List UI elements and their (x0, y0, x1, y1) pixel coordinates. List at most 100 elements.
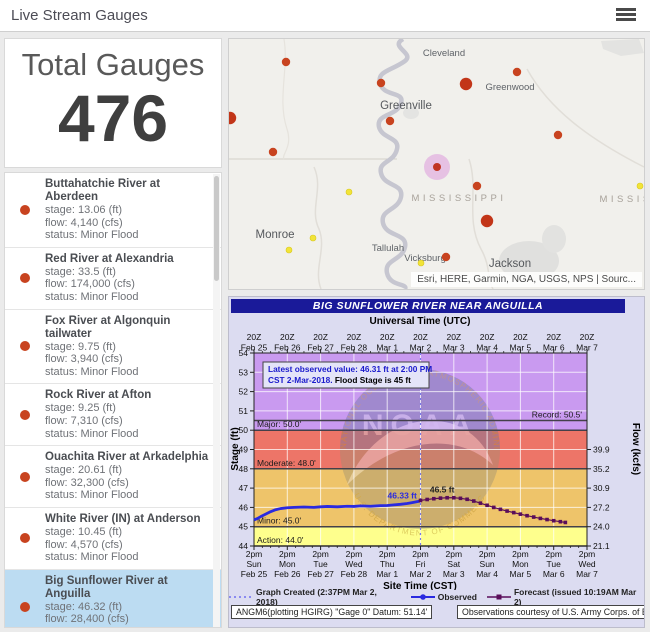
forecast-point (505, 509, 509, 513)
gauge-list-items: Buttahatchie River at Aberdeenstage: 13.… (5, 173, 221, 628)
svg-text:Sun: Sun (246, 559, 261, 569)
gauge-info: Buttahatchie River at Aberdeenstage: 13.… (45, 178, 211, 242)
gauge-status: status: Minor Flood (45, 428, 211, 441)
forecast-point (545, 518, 549, 522)
svg-text:Mar 3: Mar 3 (443, 343, 465, 353)
svg-text:47: 47 (239, 483, 249, 493)
gauge-marker-minor[interactable] (377, 79, 385, 87)
svg-text:2pm: 2pm (312, 549, 329, 559)
gauge-list-item[interactable]: Fox River at Algonquin tailwaterstage: 9… (5, 310, 221, 385)
svg-text:Feb 27: Feb 27 (307, 343, 334, 353)
gauge-marker-minor[interactable] (442, 253, 450, 261)
series-value-label: 46.33 ft (388, 491, 417, 501)
flood-status-dot-icon (20, 205, 30, 215)
legend-label: Observed (438, 592, 477, 602)
gauge-status: status: Minor Flood (45, 626, 211, 628)
forecast-point (445, 496, 449, 500)
gauge-status: status: Minor Flood (45, 291, 211, 304)
forecast-point (432, 497, 436, 501)
list-scrollbar[interactable] (213, 174, 220, 628)
map-panel[interactable]: ClevelandGreenwoodGreenvilleMonroeTallul… (228, 38, 645, 290)
svg-text:20Z: 20Z (580, 332, 595, 342)
svg-text:Mar 1: Mar 1 (376, 569, 398, 579)
svg-text:Feb 25: Feb 25 (241, 343, 268, 353)
legend-forecast-icon (487, 593, 511, 601)
svg-text:45: 45 (239, 522, 249, 532)
svg-text:2pm: 2pm (545, 549, 562, 559)
svg-text:Feb 26: Feb 26 (274, 343, 301, 353)
flood-level-label: Minor: 45.0' (257, 516, 302, 526)
gauge-list-item[interactable]: White River (IN) at Andersonstage: 10.45… (5, 508, 221, 570)
gauge-marker-minor[interactable] (554, 131, 562, 139)
observations-credit-note: Observations courtesy of U.S. Army Corps… (457, 605, 645, 619)
forecast-point (452, 496, 456, 500)
gauge-info: Rock River at Aftonstage: 9.25 (ft)flow:… (45, 389, 211, 440)
selected-gauge-marker[interactable] (433, 163, 441, 171)
svg-text:20Z: 20Z (413, 332, 428, 342)
map-place-label: MISSISSIPPI (412, 193, 507, 204)
map-place-label: Cleveland (423, 48, 465, 59)
gauge-marker-action[interactable] (310, 235, 316, 241)
gauge-marker-moderate[interactable] (481, 215, 493, 227)
forecast-point (519, 512, 523, 516)
svg-text:Mar 3: Mar 3 (443, 569, 465, 579)
gauge-flow: flow: 4,570 (cfs) (45, 539, 211, 552)
svg-text:20Z: 20Z (313, 332, 328, 342)
svg-text:53: 53 (239, 367, 249, 377)
gauge-marker-minor[interactable] (473, 182, 481, 190)
gauge-marker-minor[interactable] (282, 58, 290, 66)
gauge-marker-minor[interactable] (269, 148, 277, 156)
legend-item-created: Graph Created (2:37PM Mar 2, 2018) (229, 587, 401, 607)
gauge-list-item[interactable]: Rock River at Aftonstage: 9.25 (ft)flow:… (5, 384, 221, 446)
svg-text:Wed: Wed (578, 559, 596, 569)
forecast-point (512, 511, 516, 515)
legend-observed-icon (411, 593, 435, 601)
svg-text:2pm: 2pm (512, 549, 529, 559)
gauge-name: Fox River at Algonquin tailwater (45, 315, 211, 341)
gauge-marker-action[interactable] (286, 247, 292, 253)
svg-text:20Z: 20Z (247, 332, 262, 342)
svg-text:Feb 25: Feb 25 (241, 569, 268, 579)
gauge-marker-action[interactable] (346, 189, 352, 195)
svg-text:Tue: Tue (313, 559, 328, 569)
flow-axis-label: Flow (kcfs) (630, 423, 641, 475)
flood-status-dot-icon (20, 341, 30, 351)
total-gauges-value: 476 (5, 85, 221, 151)
svg-text:20Z: 20Z (513, 332, 528, 342)
gauge-list-item[interactable]: Buttahatchie River at Aberdeenstage: 13.… (5, 173, 221, 248)
svg-text:Mar 4: Mar 4 (476, 343, 498, 353)
gauge-marker-moderate[interactable] (460, 78, 472, 90)
svg-text:Mar 7: Mar 7 (576, 343, 598, 353)
gauge-list-item[interactable]: Red River at Alexandriastage: 33.5 (ft)f… (5, 248, 221, 310)
series-value-label: 46.5 ft (430, 484, 455, 494)
svg-text:21.1: 21.1 (593, 541, 610, 551)
forecast-point (465, 497, 469, 501)
hydrograph-legend: Graph Created (2:37PM Mar 2, 2018)Observ… (229, 590, 645, 603)
svg-text:Mar 2: Mar 2 (410, 569, 432, 579)
map-canvas[interactable]: ClevelandGreenwoodGreenvilleMonroeTallul… (229, 39, 644, 289)
gauge-name: Ouachita River at Arkadelphia (45, 451, 211, 464)
svg-text:Feb 28: Feb 28 (341, 569, 368, 579)
flood-status-dot-icon (20, 273, 30, 283)
gauge-marker-minor[interactable] (513, 68, 521, 76)
svg-text:52: 52 (239, 387, 249, 397)
status-dot-column (5, 341, 45, 351)
svg-text:Feb 28: Feb 28 (341, 343, 368, 353)
flood-level-label: Moderate: 48.0' (257, 458, 316, 468)
svg-text:20Z: 20Z (380, 332, 395, 342)
hamburger-menu-icon[interactable] (616, 8, 636, 24)
svg-text:Mar 4: Mar 4 (476, 569, 498, 579)
gauge-marker-action[interactable] (418, 260, 424, 266)
gauge-marker-action[interactable] (637, 183, 643, 189)
gauge-name: Rock River at Afton (45, 389, 211, 402)
gauge-marker-minor[interactable] (386, 117, 394, 125)
map-place-label: Tallulah (372, 243, 404, 254)
svg-text:Wed: Wed (345, 559, 363, 569)
svg-text:Mon: Mon (279, 559, 296, 569)
gauge-list-item[interactable]: Big Sunflower River at Anguillastage: 46… (5, 570, 221, 628)
gauge-list-item[interactable]: Ouachita River at Arkadelphiastage: 20.6… (5, 446, 221, 508)
svg-text:2pm: 2pm (479, 549, 496, 559)
gauge-info: White River (IN) at Andersonstage: 10.45… (45, 513, 211, 564)
gauge-name: Big Sunflower River at Anguilla (45, 575, 211, 601)
scrollbar-thumb[interactable] (214, 176, 219, 281)
